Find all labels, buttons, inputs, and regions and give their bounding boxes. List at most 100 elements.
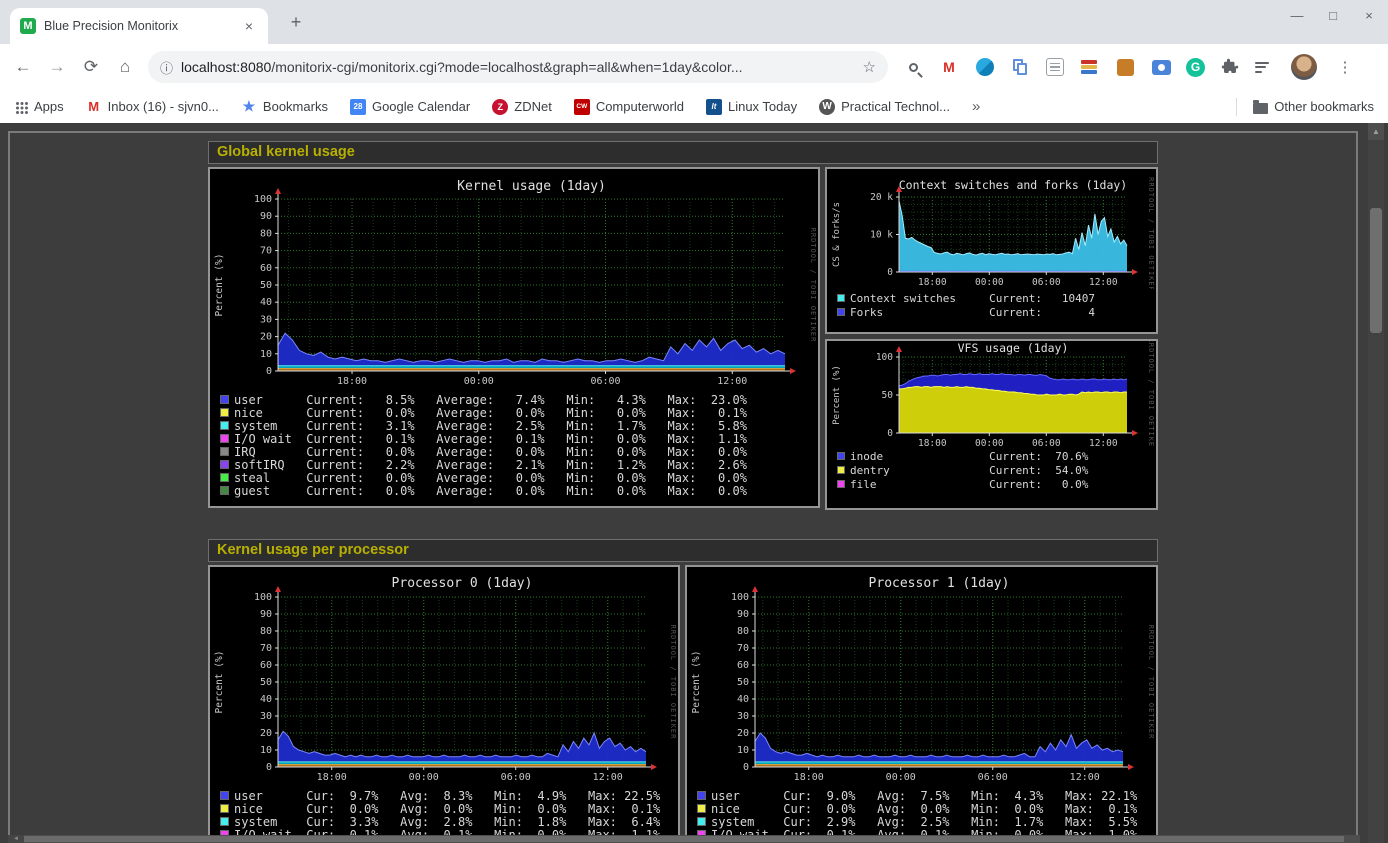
svg-text:40: 40 bbox=[260, 297, 272, 308]
svg-text:06:00: 06:00 bbox=[1032, 438, 1061, 447]
svg-text:18:00: 18:00 bbox=[918, 438, 947, 447]
grammarly-extension-icon[interactable]: G bbox=[1186, 58, 1205, 77]
browser-window: M Blue Precision Monitorix × + — □ × ← →… bbox=[0, 0, 1388, 843]
bookmark-bookmarks[interactable]: ★ Bookmarks bbox=[241, 99, 328, 115]
bookmark-inbox[interactable]: M Inbox (16) - sjvn0... bbox=[86, 99, 219, 115]
new-tab-button[interactable]: + bbox=[284, 10, 308, 34]
extensions-puzzle-icon[interactable] bbox=[1219, 56, 1241, 78]
bookmark-computerworld[interactable]: CW Computerworld bbox=[574, 99, 684, 115]
browser-tab[interactable]: M Blue Precision Monitorix × bbox=[10, 8, 268, 44]
svg-text:80: 80 bbox=[260, 228, 272, 239]
svg-text:12:00: 12:00 bbox=[1089, 438, 1118, 447]
scroll-up-icon[interactable]: ▲ bbox=[1368, 123, 1384, 140]
svg-text:00:00: 00:00 bbox=[975, 277, 1004, 288]
bookmark-label: Google Calendar bbox=[372, 99, 470, 114]
vfs-usage-chart: 05010018:0000:0006:0012:00VFS usage (1da… bbox=[827, 341, 1156, 447]
bookmarks-overflow-icon[interactable]: » bbox=[972, 98, 980, 115]
window-controls: — □ × bbox=[1286, 4, 1380, 28]
calendar-icon: 28 bbox=[350, 99, 366, 115]
search-icon[interactable] bbox=[902, 56, 924, 78]
share-extension-icon[interactable] bbox=[974, 56, 996, 78]
storage-extension-icon[interactable] bbox=[1114, 56, 1136, 78]
svg-text:CS & forks/s: CS & forks/s bbox=[832, 202, 842, 267]
context-switches-graph-panel[interactable]: 010 k20 k18:0000:0006:0012:00Context swi… bbox=[825, 167, 1158, 334]
zdnet-icon: Z bbox=[492, 99, 508, 115]
browser-menu-icon[interactable]: ⋮ bbox=[1335, 58, 1355, 76]
bookmark-apps[interactable]: Apps bbox=[14, 99, 64, 114]
page-info-icon[interactable]: ⓘ bbox=[160, 58, 173, 77]
reload-button[interactable]: ⟳ bbox=[74, 57, 108, 77]
kernel-usage-graph-panel[interactable]: 010203040506070809010018:0000:0006:0012:… bbox=[208, 167, 820, 508]
processor1-legend: user Cur: 9.0% Avg: 7.5% Min: 4.3% Max: … bbox=[687, 789, 1156, 841]
back-button[interactable]: ← bbox=[6, 57, 40, 77]
minimize-button[interactable]: — bbox=[1286, 4, 1308, 28]
wordpress-icon: W bbox=[819, 99, 835, 115]
tab-strip: M Blue Precision Monitorix × + — □ × bbox=[0, 0, 1388, 44]
svg-text:Percent (%): Percent (%) bbox=[214, 254, 225, 317]
bookmark-label: Practical Technol... bbox=[841, 99, 950, 114]
svg-text:20: 20 bbox=[260, 332, 272, 343]
horizontal-scrollbar-thumb[interactable] bbox=[24, 836, 1344, 842]
bookmark-star-icon[interactable]: ☆ bbox=[863, 58, 876, 76]
library-extension-icon[interactable] bbox=[1078, 56, 1100, 78]
vfs-usage-legend: inode Current: 70.6%dentry Current: 54.0… bbox=[827, 449, 1156, 491]
svg-text:70: 70 bbox=[260, 246, 272, 257]
bookmark-practical-technology[interactable]: W Practical Technol... bbox=[819, 99, 950, 115]
home-button[interactable]: ⌂ bbox=[108, 57, 142, 77]
svg-text:60: 60 bbox=[260, 660, 272, 671]
maximize-button[interactable]: □ bbox=[1322, 4, 1344, 28]
address-bar[interactable]: ⓘ localhost:8080 /monitorix-cgi/monitori… bbox=[148, 51, 888, 83]
linux-today-icon: lt bbox=[706, 99, 722, 115]
other-bookmarks[interactable]: Other bookmarks bbox=[1253, 99, 1374, 114]
extension-icons: M G ⋮ bbox=[902, 54, 1355, 80]
svg-text:RRDTOOL / TOBI OETIKER: RRDTOOL / TOBI OETIKER bbox=[1147, 177, 1155, 289]
other-bookmarks-label: Other bookmarks bbox=[1274, 99, 1374, 114]
processor1-chart: 010203040506070809010018:0000:0006:0012:… bbox=[687, 567, 1156, 783]
vertical-scrollbar[interactable]: ▲ bbox=[1368, 123, 1384, 843]
section-title: Global kernel usage bbox=[208, 141, 1158, 164]
svg-text:50: 50 bbox=[260, 677, 272, 688]
notes-extension-icon[interactable] bbox=[1046, 58, 1064, 76]
bookmark-zdnet[interactable]: Z ZDNet bbox=[492, 99, 552, 115]
forward-button[interactable]: → bbox=[40, 57, 74, 77]
svg-text:10 k: 10 k bbox=[870, 230, 893, 241]
svg-text:Kernel usage (1day): Kernel usage (1day) bbox=[457, 179, 606, 194]
svg-text:80: 80 bbox=[260, 626, 272, 637]
horizontal-scrollbar[interactable]: ◄ bbox=[8, 835, 1360, 843]
svg-text:12:00: 12:00 bbox=[717, 376, 747, 387]
svg-text:50: 50 bbox=[737, 677, 749, 688]
folder-icon bbox=[1253, 103, 1268, 114]
processor1-graph-panel[interactable]: 010203040506070809010018:0000:0006:0012:… bbox=[685, 565, 1158, 843]
kernel-usage-chart: 010203040506070809010018:0000:0006:0012:… bbox=[210, 169, 818, 389]
svg-text:Processor 0 (1day): Processor 0 (1day) bbox=[392, 576, 533, 591]
bookmark-label: Computerworld bbox=[596, 99, 684, 114]
copy-extension-icon[interactable] bbox=[1010, 56, 1032, 78]
camera-extension-icon[interactable] bbox=[1150, 56, 1172, 78]
svg-text:Percent (%): Percent (%) bbox=[214, 651, 225, 714]
tab-close-icon[interactable]: × bbox=[240, 18, 258, 34]
vfs-usage-graph-panel[interactable]: 05010018:0000:0006:0012:00VFS usage (1da… bbox=[825, 339, 1158, 510]
svg-text:70: 70 bbox=[260, 643, 272, 654]
svg-text:40: 40 bbox=[260, 694, 272, 705]
svg-text:Context switches and forks (1: Context switches and forks (1day) bbox=[899, 178, 1127, 192]
processor0-legend: user Cur: 9.7% Avg: 8.3% Min: 4.9% Max: … bbox=[210, 789, 678, 841]
svg-text:10: 10 bbox=[260, 349, 272, 360]
svg-text:Processor 1 (1day): Processor 1 (1day) bbox=[869, 576, 1010, 591]
url-path: /monitorix-cgi/monitorix.cgi?mode=localh… bbox=[271, 59, 742, 75]
vertical-scrollbar-thumb[interactable] bbox=[1370, 208, 1382, 333]
gmail-extension-icon[interactable]: M bbox=[938, 56, 960, 78]
svg-text:00:00: 00:00 bbox=[464, 376, 494, 387]
reading-list-icon[interactable] bbox=[1255, 56, 1277, 78]
svg-text:0: 0 bbox=[887, 267, 893, 278]
processor0-graph-panel[interactable]: 010203040506070809010018:0000:0006:0012:… bbox=[208, 565, 680, 843]
svg-text:18:00: 18:00 bbox=[337, 376, 367, 387]
scroll-left-icon[interactable]: ◄ bbox=[8, 835, 24, 843]
svg-text:Percent (%): Percent (%) bbox=[832, 365, 842, 425]
bookmarks-divider bbox=[1236, 98, 1237, 116]
bookmark-linux-today[interactable]: lt Linux Today bbox=[706, 99, 797, 115]
bookmark-google-calendar[interactable]: 28 Google Calendar bbox=[350, 99, 470, 115]
svg-text:0: 0 bbox=[266, 366, 272, 377]
svg-text:50: 50 bbox=[260, 280, 272, 291]
close-button[interactable]: × bbox=[1358, 4, 1380, 28]
svg-text:10: 10 bbox=[260, 745, 272, 756]
